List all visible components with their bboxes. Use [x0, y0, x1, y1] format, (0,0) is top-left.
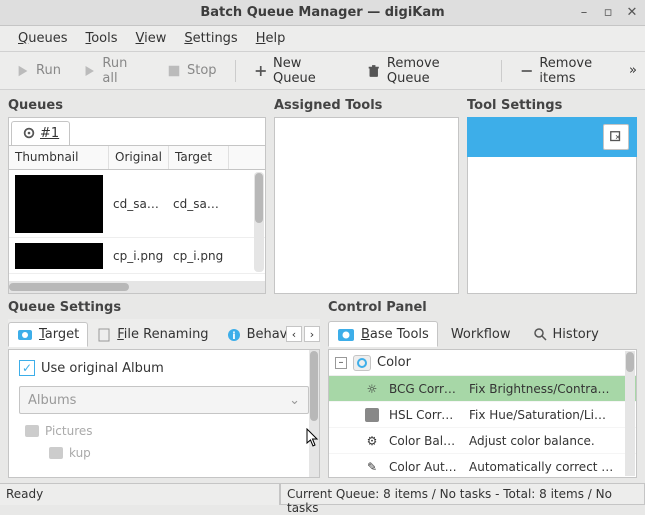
wand-icon: ✎ [365, 460, 379, 474]
new-queue-button[interactable]: New Queue [246, 52, 354, 90]
tool-hsl-correction[interactable]: HSL Corre… Fix Hue/Saturation/Li… [329, 402, 636, 428]
sliders-icon: ⚙ [365, 434, 379, 448]
tool-bcg-correction[interactable]: ☼ BCG Corr… Fix Brightness/Contra… [329, 376, 636, 402]
trash-icon [367, 64, 380, 78]
tab-workflow[interactable]: Workflow [442, 322, 520, 347]
menu-help[interactable]: Help [248, 27, 294, 50]
use-original-album-checkbox[interactable]: ✓ [19, 360, 35, 376]
queue-tab-1[interactable]: #1 [11, 121, 70, 145]
remove-queue-button[interactable]: Remove Queue [359, 52, 490, 90]
col-target[interactable]: Target [169, 146, 229, 169]
remove-items-button[interactable]: Remove items [512, 52, 637, 90]
tabs-scroll-left[interactable]: ‹ [286, 326, 302, 342]
tree-kup[interactable]: kup [19, 442, 309, 464]
queue-rows: cd_sam… cd_sample cp_i.png cp_i.png [9, 170, 265, 281]
reset-settings-button[interactable] [603, 124, 629, 150]
col-original[interactable]: Original [109, 146, 169, 169]
menu-bar: Queues Tools View Settings Help [0, 26, 645, 52]
brightness-icon: ☼ [365, 382, 379, 396]
window-title: Batch Queue Manager — digiKam [200, 5, 444, 20]
tab-history[interactable]: History [524, 322, 608, 347]
status-right: Current Queue: 8 items / No tasks - Tota… [280, 484, 645, 505]
tab-file-renaming[interactable]: File Renaming [88, 322, 217, 346]
maximize-icon[interactable]: ▫ [601, 5, 615, 20]
v-scrollbar[interactable] [254, 172, 264, 272]
v-scrollbar[interactable] [309, 350, 319, 477]
menu-tools[interactable]: Tools [77, 27, 125, 50]
tab-base-tools[interactable]: Base Tools [328, 321, 438, 347]
tool-settings-body [467, 157, 637, 294]
queues-label: Queues [8, 98, 266, 113]
toolbar: Run Run all Stop New Queue Remove Queue … [0, 52, 645, 90]
play-icon [16, 64, 30, 78]
menu-view[interactable]: View [128, 27, 175, 50]
camera-icon [17, 327, 33, 341]
table-row[interactable]: cd_sam… cd_sample [9, 170, 265, 238]
v-scrollbar[interactable] [625, 351, 635, 476]
svg-text:i: i [232, 331, 235, 342]
table-row[interactable]: cp_i.png cp_i.png [9, 238, 265, 274]
toolbar-overflow-button[interactable]: » [629, 63, 637, 78]
tab-target[interactable]: Target [8, 322, 88, 347]
minus-icon [520, 64, 533, 78]
queues-box: #1 Thumbnail Original Target cd_sam… cd_… [8, 117, 266, 294]
queue-settings-label: Queue Settings [8, 300, 320, 315]
stop-icon [167, 64, 181, 78]
title-bar: Batch Queue Manager — digiKam – ▫ ✕ [0, 0, 645, 26]
tool-color-auto[interactable]: ✎ Color Aut… Automatically correct … [329, 454, 636, 478]
thumbnail [15, 175, 103, 233]
hsl-icon [365, 408, 379, 422]
tabs-scroll-right[interactable]: › [304, 326, 320, 342]
use-original-album-label: Use original Album [41, 361, 164, 376]
stop-button[interactable]: Stop [159, 59, 225, 82]
folder-icon [49, 447, 63, 459]
assigned-tools-label: Assigned Tools [274, 98, 459, 113]
collapse-icon[interactable]: – [335, 357, 347, 369]
plus-icon [254, 64, 267, 78]
run-all-button[interactable]: Run all [75, 52, 153, 90]
control-panel-label: Control Panel [328, 300, 637, 315]
thumbnail [15, 243, 103, 269]
chevron-down-icon: ⌄ [289, 393, 300, 408]
h-scrollbar[interactable] [9, 281, 265, 293]
col-thumbnail[interactable]: Thumbnail [9, 146, 109, 169]
status-bar: Ready Current Queue: 8 items / No tasks … [0, 483, 645, 505]
menu-settings[interactable]: Settings [176, 27, 245, 50]
minimize-icon[interactable]: – [577, 5, 591, 20]
albums-combo[interactable]: Albums ⌄ [19, 386, 309, 414]
file-icon [97, 328, 111, 342]
play-icon [83, 64, 96, 78]
tree-pictures[interactable]: Pictures [19, 420, 309, 442]
tool-settings-header [467, 117, 637, 157]
assigned-tools-box[interactable] [274, 117, 459, 294]
search-icon [533, 327, 547, 341]
gear-icon [22, 126, 36, 140]
tree-category-color[interactable]: – Color [329, 350, 636, 376]
run-button[interactable]: Run [8, 59, 69, 82]
tool-color-balance[interactable]: ⚙ Color Bal… Adjust color balance. [329, 428, 636, 454]
status-left: Ready [0, 484, 280, 505]
folder-icon [25, 425, 39, 437]
camera-icon [337, 326, 355, 342]
close-icon[interactable]: ✕ [625, 5, 639, 20]
camera-icon [353, 355, 371, 371]
reset-icon [609, 130, 623, 144]
info-icon: i [227, 328, 241, 342]
menu-queues[interactable]: Queues [10, 27, 75, 50]
tool-settings-label: Tool Settings [467, 98, 637, 113]
